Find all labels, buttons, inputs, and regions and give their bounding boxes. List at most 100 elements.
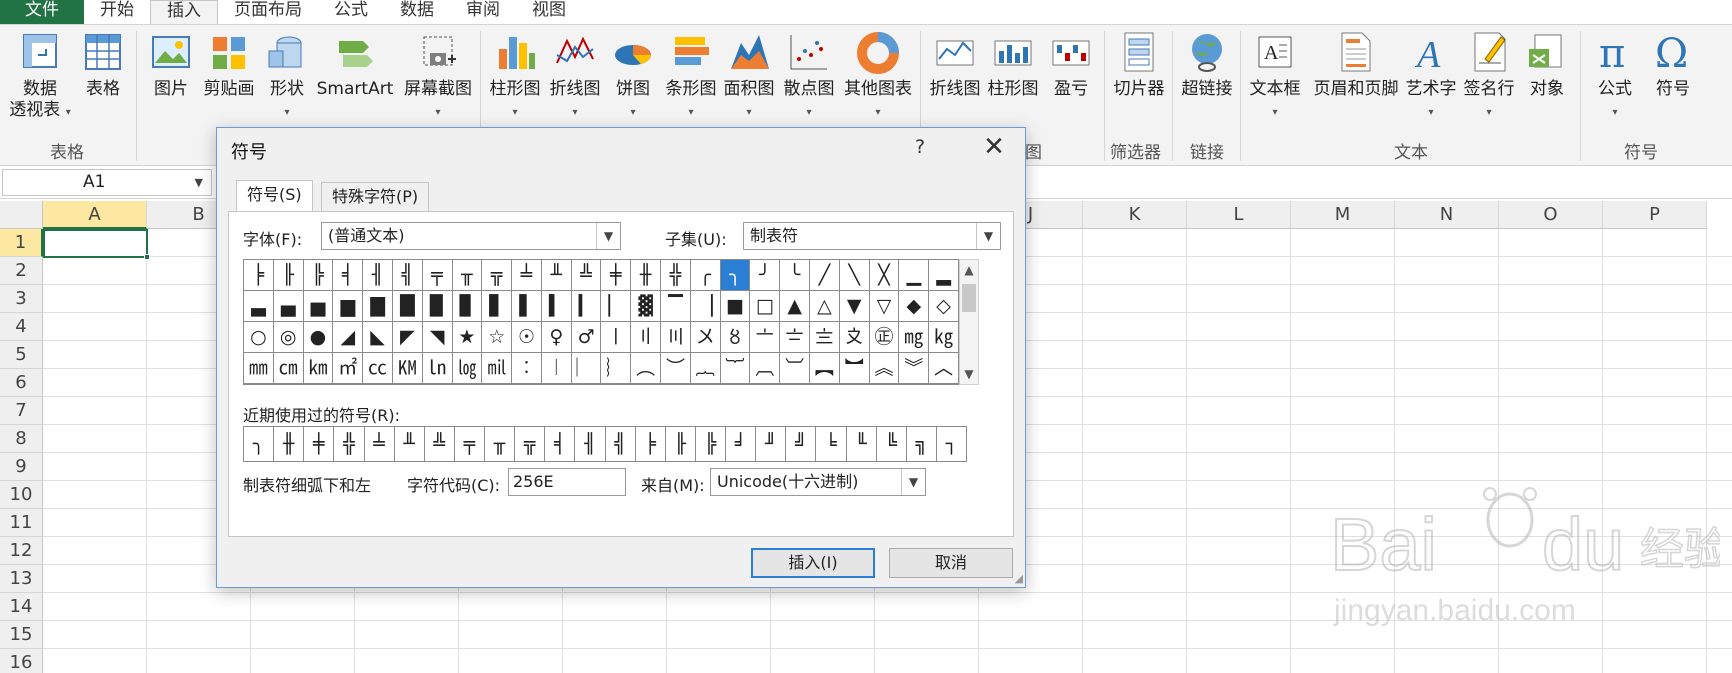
signature-line-button[interactable]: 签名行 ▾ xyxy=(1458,29,1520,121)
symbol-cell[interactable]: ︷ xyxy=(690,353,721,384)
row-header[interactable]: 3 xyxy=(0,285,43,313)
symbol-cell[interactable]: ▅ xyxy=(303,291,334,322)
row-header[interactable]: 6 xyxy=(0,369,43,397)
pie-chart-button[interactable]: 饼图 ▾ xyxy=(602,29,664,121)
symbol-cell[interactable]: ㎡ xyxy=(333,353,364,384)
recent-symbol-cell[interactable]: ╜ xyxy=(756,427,787,461)
symbol-cell[interactable]: ㎞ xyxy=(303,353,334,384)
tab-formulas[interactable]: 公式 xyxy=(318,0,384,24)
symbol-cell[interactable]: ╣ xyxy=(392,260,423,291)
symbol-cell[interactable]: ㏎ xyxy=(392,353,423,384)
symbol-cell[interactable]: ● xyxy=(303,322,334,353)
column-header[interactable]: L xyxy=(1187,201,1291,229)
symbol-cell[interactable]: ╦ xyxy=(482,260,513,291)
symbol-cell[interactable]: 〧 xyxy=(780,322,811,353)
close-button[interactable]: ✕ xyxy=(979,132,1009,162)
symbol-cell[interactable]: ★ xyxy=(452,322,483,353)
font-select[interactable]: (普通文本) ▼ xyxy=(321,222,621,250)
recent-symbol-cell[interactable]: ╫ xyxy=(274,427,305,461)
symbol-cell[interactable]: ▊ xyxy=(452,291,483,322)
symbol-cell[interactable]: ㏕ xyxy=(482,353,513,384)
symbol-cell[interactable]: ╧ xyxy=(512,260,542,291)
column-chart-button[interactable]: 柱形图 ▾ xyxy=(484,29,546,121)
symbol-cell[interactable]: ╨ xyxy=(541,260,572,291)
column-header[interactable]: A xyxy=(43,201,147,229)
symbol-cell[interactable]: ╠ xyxy=(303,260,334,291)
line-chart-button[interactable]: 折线图 ▾ xyxy=(544,29,606,121)
symbol-cell[interactable]: ◢ xyxy=(333,322,364,353)
symbol-cell[interactable]: ▄ xyxy=(273,291,304,322)
recent-symbol-cell[interactable]: ╧ xyxy=(365,427,395,461)
symbol-grid[interactable]: ╞ ╟ ╠ ╡ ╢ ╣ ╤ ╥ ╦ ╧ ╨ ╩ ╪ ╫ ╬ ╭ ╮ ╯ ╰ ╱ ╲ ╳ ▁ ▂ ▃ ▄ ▅ ▆ ▇ █ ▉ ▊ ▋ ▌ ▍ ▎ ▏ ▓ ▔ ▕… xyxy=(243,259,959,385)
symbol-cell[interactable]: 〤 xyxy=(690,322,721,353)
symbol-cell[interactable]: ▼ xyxy=(839,291,870,322)
symbol-cell[interactable]: □ xyxy=(750,291,781,322)
symbol-cell[interactable]: ▌ xyxy=(512,291,542,322)
symbol-cell[interactable]: ╭ xyxy=(690,260,721,291)
symbol-cell[interactable]: ╢ xyxy=(363,260,393,291)
symbol-cell[interactable]: ︿ xyxy=(929,353,959,384)
table-button[interactable]: 表格 xyxy=(72,29,134,100)
symbol-cell[interactable]: ︽ xyxy=(869,353,900,384)
hyperlink-button[interactable]: 超链接 xyxy=(1176,29,1238,100)
symbol-cell[interactable]: ▏ xyxy=(601,291,632,322)
sparkline-column-button[interactable]: 柱形图 xyxy=(982,29,1044,100)
symbol-cell[interactable]: ◤ xyxy=(392,322,423,353)
symbol-cell[interactable]: ▆ xyxy=(333,291,364,322)
symbol-cell[interactable]: ♂ xyxy=(571,322,602,353)
resize-grip-icon[interactable]: ◢ xyxy=(1015,572,1023,585)
symbol-cell[interactable]: ︺ xyxy=(780,353,811,384)
symbol-cell[interactable]: ▽ xyxy=(869,291,900,322)
recent-symbol-cell[interactable]: ╤ xyxy=(455,427,485,461)
symbol-cell[interactable]: 〩 xyxy=(839,322,870,353)
symbol-cell[interactable]: █ xyxy=(392,291,423,322)
textbox-button[interactable]: A 文本框 ▾ xyxy=(1244,29,1306,121)
symbol-cell[interactable]: 〢 xyxy=(631,322,662,353)
tab-file[interactable]: 文件 xyxy=(0,0,84,24)
symbol-cell[interactable]: ㊣ xyxy=(869,322,900,353)
recent-symbol-cell[interactable]: ╙ xyxy=(847,427,877,461)
symbol-cell[interactable]: ╞ xyxy=(244,260,274,291)
chevron-up-icon[interactable]: ▲ xyxy=(960,260,978,280)
recent-symbol-cell[interactable]: ╟ xyxy=(666,427,696,461)
recent-symbols-grid[interactable]: ╮ ╫ ╪ ╬ ╧ ╨ ╩ ╤ ╥ ╦ ╡ ╢ ╣ ╞ ╟ ╠ ╛ ╜ ╝ ╘ ╙ ╚ ╗ ┐ xyxy=(243,426,967,462)
select-all-corner[interactable] xyxy=(0,201,43,229)
tab-insert[interactable]: 插入 xyxy=(150,0,218,24)
tab-data[interactable]: 数据 xyxy=(384,0,450,24)
column-header[interactable]: P xyxy=(1603,201,1707,229)
recent-symbol-cell[interactable]: ╥ xyxy=(485,427,516,461)
tab-special-characters[interactable]: 特殊字符(P) xyxy=(321,182,430,211)
symbol-cell[interactable]: ㎏ xyxy=(929,322,959,353)
column-header[interactable]: O xyxy=(1499,201,1603,229)
row-header[interactable]: 5 xyxy=(0,341,43,369)
recent-symbol-cell[interactable]: ╚ xyxy=(877,427,907,461)
column-header[interactable]: N xyxy=(1395,201,1499,229)
other-charts-button[interactable]: 其他图表 ▾ xyxy=(840,29,916,121)
equation-button[interactable]: π 公式 ▾ xyxy=(1584,29,1646,121)
insert-button[interactable]: 插入(I) xyxy=(751,548,875,578)
symbol-cell[interactable]: ︾ xyxy=(899,353,930,384)
row-header[interactable]: 11 xyxy=(0,509,43,537)
tab-review[interactable]: 审阅 xyxy=(450,0,516,24)
row-header[interactable]: 14 xyxy=(0,593,43,621)
symbol-cell[interactable]: ㏄ xyxy=(363,353,393,384)
symbol-cell[interactable]: ︹ xyxy=(750,353,781,384)
row-header[interactable]: 13 xyxy=(0,565,43,593)
row-header[interactable]: 4 xyxy=(0,313,43,341)
area-chart-button[interactable]: 面积图 ▾ xyxy=(718,29,780,121)
recent-symbol-cell[interactable]: ╛ xyxy=(726,427,757,461)
symbol-cell[interactable]: ▂ xyxy=(929,260,959,291)
symbol-cell[interactable]: ︻ xyxy=(810,353,840,384)
recent-symbol-cell[interactable]: ╞ xyxy=(636,427,666,461)
tab-home[interactable]: 开始 xyxy=(84,0,150,24)
column-header[interactable]: M xyxy=(1291,201,1395,229)
symbol-cell[interactable]: ㏒ xyxy=(452,353,483,384)
smartart-button[interactable]: SmartArt xyxy=(316,29,394,100)
symbol-cell[interactable]: ╬ xyxy=(661,260,691,291)
scatter-chart-button[interactable]: 散点图 ▾ xyxy=(778,29,840,121)
symbol-grid-scrollbar[interactable]: ▲ ▼ xyxy=(959,259,979,385)
recent-symbol-cell[interactable]: ╢ xyxy=(575,427,606,461)
recent-symbol-cell[interactable]: ┐ xyxy=(937,427,967,461)
recent-symbol-cell[interactable]: ╝ xyxy=(786,427,817,461)
symbol-cell[interactable]: ☆ xyxy=(482,322,513,353)
